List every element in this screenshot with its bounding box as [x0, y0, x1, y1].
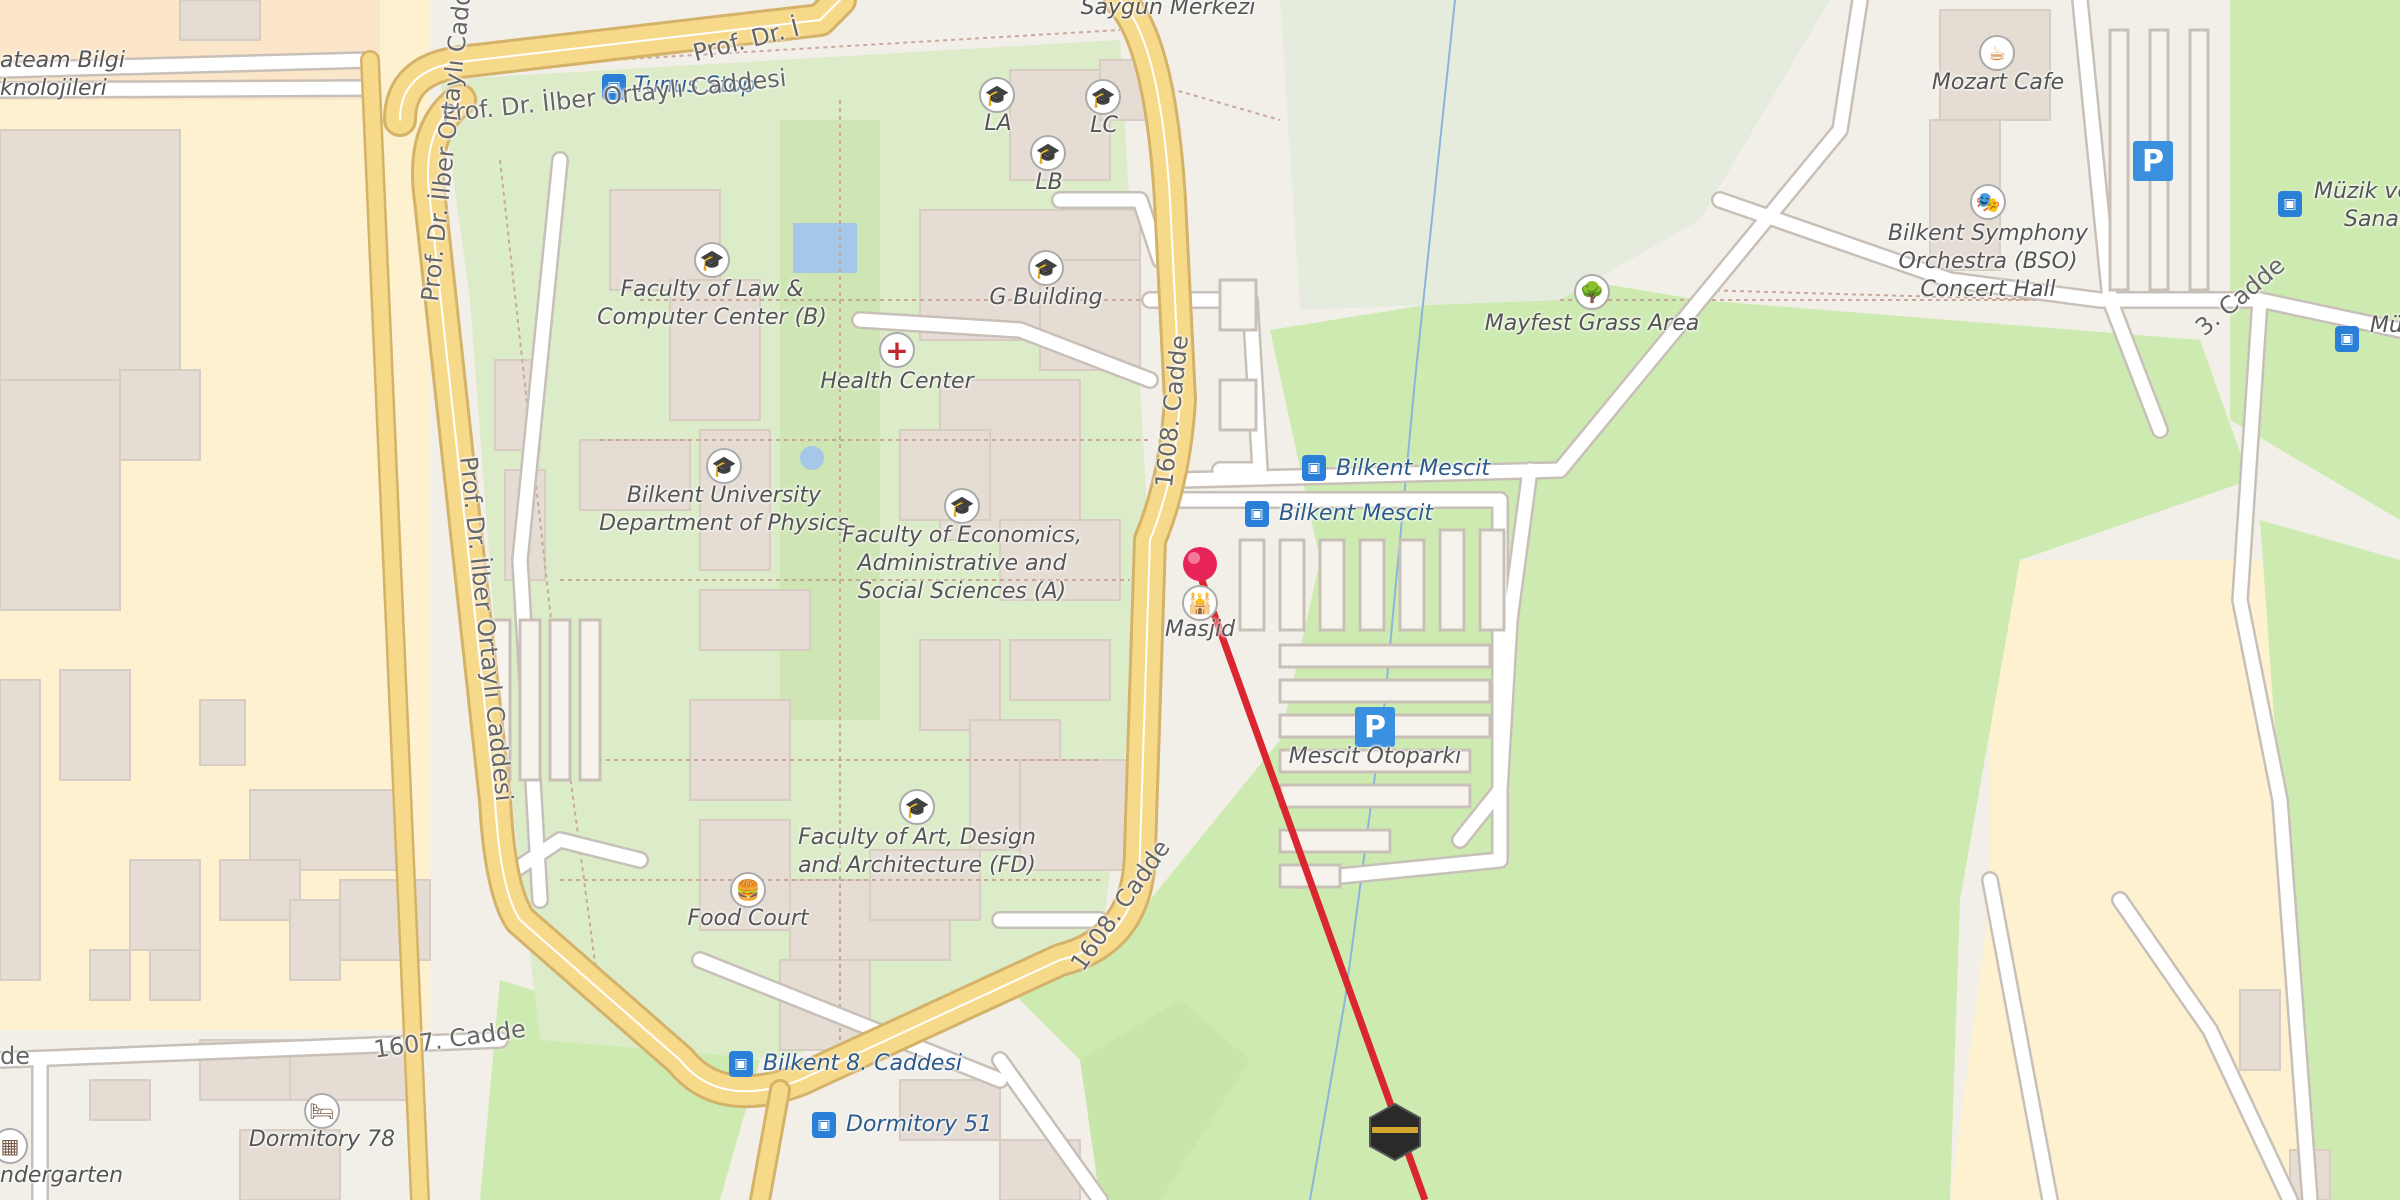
mu-label: Mü: [2370, 313, 2400, 338]
health-cross-icon[interactable]: +: [879, 332, 915, 368]
fountain-pool: [793, 223, 857, 273]
teknoloji-label: ateam Bilgi knolojileri: [0, 48, 125, 101]
bus-stop-icon[interactable]: ▣: [812, 1112, 836, 1138]
university-icon[interactable]: 🎓: [1030, 135, 1066, 171]
theatre-icon[interactable]: 🎭: [1970, 184, 2006, 220]
location-pin-icon[interactable]: [1183, 547, 1217, 581]
university-icon[interactable]: 🎓: [706, 448, 742, 484]
mayfest-label: Mayfest Grass Area: [1484, 311, 1700, 336]
dormitory-78-label: Dormitory 78: [248, 1127, 396, 1152]
park-area: [1280, 0, 1830, 310]
lc-label: LC: [1090, 113, 1118, 138]
map-view[interactable]: 🎓 🎓 🎓 🎓 🎓 🎓 🎓 🎓 + 🍔 🕌 ☕ 🎭 🌳 🛏 ▦ ▣ ▣ ▣ ▣ …: [0, 0, 2400, 1200]
bus-stop-icon[interactable]: ▣: [1245, 501, 1269, 527]
university-icon[interactable]: 🎓: [1028, 250, 1064, 286]
bilkent-mescit-label-1: Bilkent Mescit: [1336, 456, 1490, 481]
university-icon[interactable]: 🎓: [979, 77, 1015, 113]
cafe-icon[interactable]: ☕: [1979, 35, 2015, 71]
muzik-label: Müzik veSanat: [2314, 179, 2400, 232]
health-center-label: Health Center: [820, 369, 974, 394]
saygun-label: Saygun Merkezi: [1080, 0, 1256, 20]
kindergarten-label: ndergarten: [0, 1163, 124, 1188]
fast-food-icon[interactable]: 🍔: [730, 872, 766, 908]
dormitory-51-label: Dormitory 51: [846, 1112, 993, 1137]
mescit-otopark-label: Mescit Otoparkı: [1288, 744, 1462, 769]
faculty-law-label: Faculty of Law & Computer Center (B): [597, 277, 827, 330]
parking-icon[interactable]: P: [1355, 707, 1395, 747]
bilkent-mescit-label-2: Bilkent Mescit: [1279, 501, 1433, 526]
bus-stop-icon[interactable]: ▣: [729, 1051, 753, 1077]
road-label-de: de: [0, 1042, 30, 1070]
food-court-label: Food Court: [687, 906, 809, 931]
parking-icon[interactable]: P: [2133, 141, 2173, 181]
hotel-bed-icon[interactable]: 🛏: [304, 1093, 340, 1129]
physics-label: Bilkent University Department of Physics: [599, 483, 849, 536]
lb-label: LB: [1035, 170, 1063, 195]
g-building-label: G Building: [989, 285, 1103, 310]
fountain: [800, 446, 824, 470]
bso-label: Bilkent Symphony Orchestra (BSO) Concert H…: [1888, 221, 2088, 302]
economics-label: Faculty of Economics, Administrative and S…: [841, 523, 1083, 604]
university-icon[interactable]: 🎓: [694, 242, 730, 278]
bilkent-8-caddesi-label: Bilkent 8. Caddesi: [763, 1051, 963, 1076]
university-icon[interactable]: 🎓: [944, 488, 980, 524]
bus-stop-icon[interactable]: ▣: [2278, 191, 2302, 217]
la-label: LA: [984, 111, 1012, 136]
university-icon[interactable]: 🎓: [1085, 79, 1121, 115]
bus-stop-icon[interactable]: ▣: [1302, 455, 1326, 481]
university-icon[interactable]: 🎓: [899, 789, 935, 825]
bus-stop-icon[interactable]: ▣: [2335, 326, 2359, 352]
tree-icon[interactable]: 🌳: [1574, 274, 1610, 310]
faculty-art-label: Faculty of Art, Design and Architecture (…: [798, 825, 1036, 878]
mozart-cafe-label: Mozart Cafe: [1931, 70, 2065, 95]
masjid-label: Masjid: [1164, 617, 1236, 642]
